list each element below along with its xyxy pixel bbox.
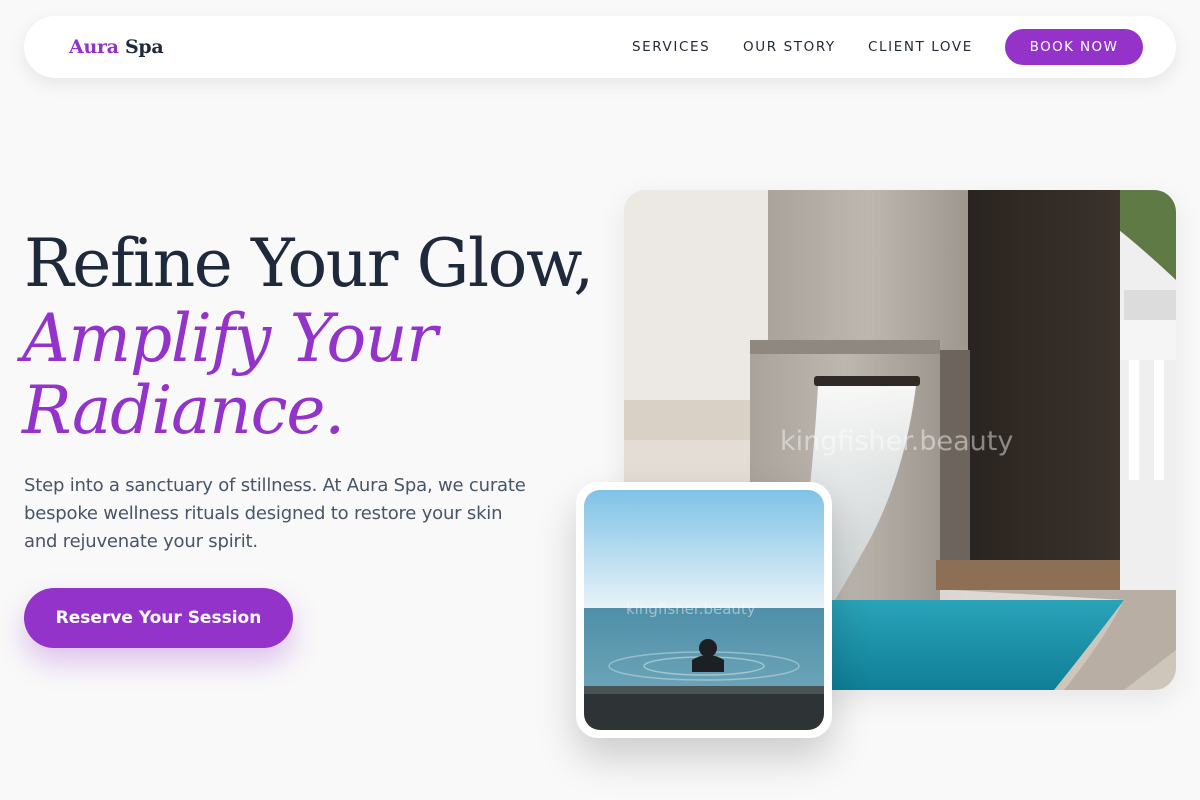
hero-title-emphasis-line1: Amplify Your [22, 300, 438, 377]
hero-image-infinity-pool-frame: kingfisher.beauty [576, 482, 832, 738]
infinity-pool-illustration [584, 490, 824, 730]
hero-title-emphasis: Amplify Your Radiance. [22, 303, 542, 447]
book-now-button[interactable]: BOOK NOW [1005, 29, 1143, 65]
reserve-session-button[interactable]: Reserve Your Session [24, 588, 293, 648]
nav-link-services[interactable]: SERVICES [632, 39, 710, 55]
brand-logo-second: Spa [125, 36, 164, 58]
brand-logo[interactable]: Aura Spa [69, 36, 164, 58]
nav-link-our-story[interactable]: OUR STORY [743, 39, 836, 55]
top-navbar: Aura Spa SERVICES OUR STORY CLIENT LOVE … [24, 16, 1176, 78]
hero-image-infinity-pool: kingfisher.beauty [584, 490, 824, 730]
brand-logo-first: Aura [69, 36, 119, 58]
hero-title: Refine Your Glow, [24, 225, 594, 302]
nav-link-client-love[interactable]: CLIENT LOVE [868, 39, 973, 55]
hero-title-emphasis-line2: Radiance. [22, 372, 345, 449]
landing-page: Aura Spa SERVICES OUR STORY CLIENT LOVE … [0, 0, 1200, 800]
hero-description: Step into a sanctuary of stillness. At A… [24, 475, 526, 552]
